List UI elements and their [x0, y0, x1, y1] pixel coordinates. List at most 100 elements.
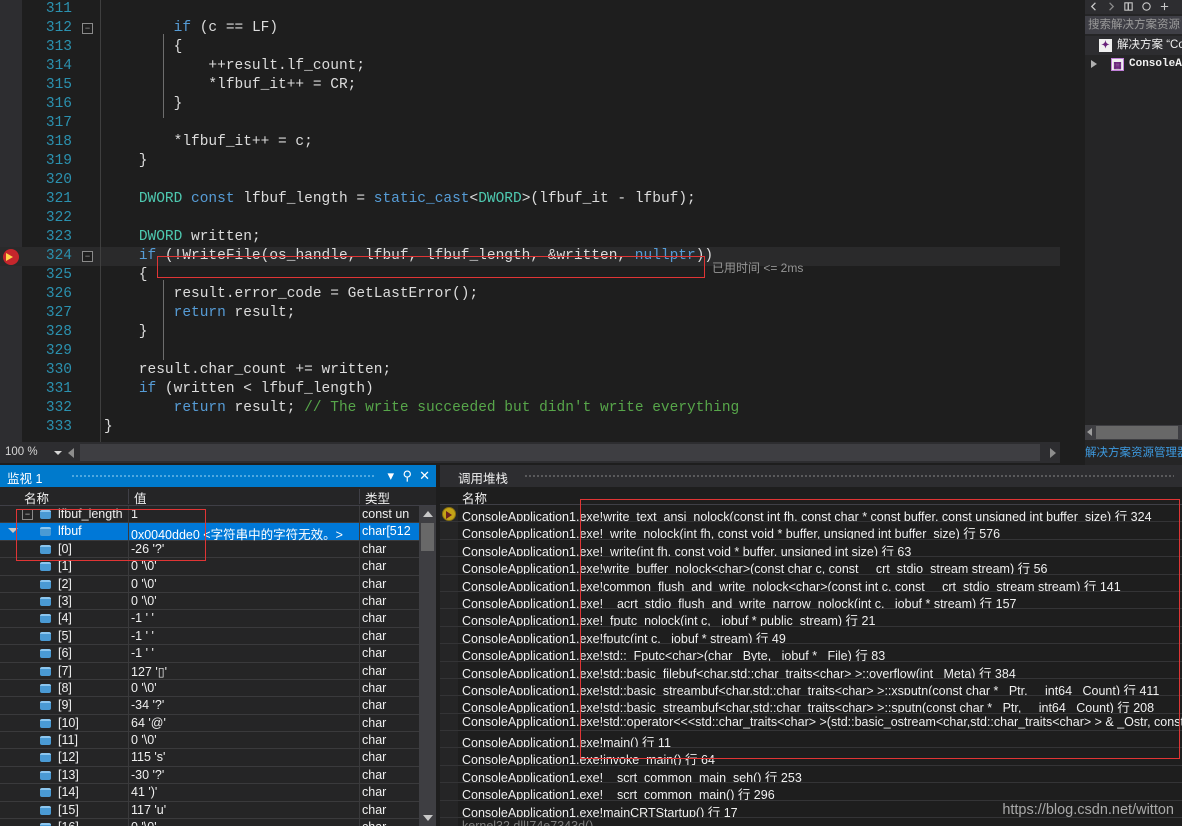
watch-row-value[interactable]: -1 ' ' — [131, 646, 154, 660]
tab-solution-explorer[interactable]: 解决方案资源管理器 — [1085, 443, 1182, 463]
watch-row[interactable]: [11] 0 '\0' char — [0, 732, 419, 750]
call-stack-row[interactable]: ConsoleApplication1.exe!write_buffer_nol… — [440, 557, 1182, 575]
watch-row-value[interactable]: 0 '\0' — [131, 681, 157, 695]
call-stack-row[interactable]: kernel32.dll!74e7343d() — [440, 818, 1182, 826]
scroll-left-icon[interactable] — [1087, 428, 1092, 436]
call-stack-row[interactable]: ConsoleApplication1.exe!std::operator<<<… — [440, 713, 1182, 732]
watch-row-value[interactable]: -1 ' ' — [131, 611, 154, 625]
code-line[interactable]: 317 — [0, 114, 1060, 133]
call-stack-row[interactable]: ConsoleApplication1.exe!main() 行 11 — [440, 731, 1182, 749]
scrollbar-thumb[interactable] — [421, 523, 434, 551]
properties-icon[interactable] — [1159, 1, 1170, 12]
watch-row-value[interactable]: 64 '@' — [131, 716, 166, 730]
watch-row[interactable]: [12] 115 's' char — [0, 749, 419, 767]
watch-column-name[interactable]: 名称 — [24, 488, 49, 507]
code-line[interactable]: 331 if (written < lfbuf_length) — [0, 380, 1060, 399]
code-line[interactable]: 329 — [0, 342, 1060, 361]
code-line[interactable]: 333} — [0, 418, 1060, 437]
call-stack-row[interactable]: ConsoleApplication1.exe!__acrt_stdio_flu… — [440, 591, 1182, 610]
scroll-down-icon[interactable] — [423, 815, 433, 821]
scroll-right-icon[interactable] — [1050, 448, 1056, 458]
code-line[interactable]: 312− if (c == LF) — [0, 19, 1060, 38]
zoom-level-combobox[interactable]: 100 % — [2, 444, 64, 461]
call-stack-row[interactable]: ConsoleApplication1.exe!__scrt_common_ma… — [440, 783, 1182, 801]
watch-row[interactable]: [4] -1 ' ' char — [0, 610, 419, 628]
watch-row-value[interactable]: 115 's' — [131, 750, 165, 764]
outlining-collapse-icon[interactable]: − — [82, 251, 93, 262]
watch-row-value[interactable]: 41 ')' — [131, 785, 157, 799]
watch-row-value[interactable]: 0 '\0' — [131, 577, 157, 591]
code-line[interactable]: 328 } — [0, 323, 1060, 342]
scroll-up-icon[interactable] — [423, 511, 433, 517]
code-line[interactable]: 332 return result; // The write succeede… — [0, 399, 1060, 418]
expander-collapse-icon[interactable]: − — [22, 509, 33, 520]
watch-row-value[interactable]: 0 '\0' — [131, 733, 157, 747]
scrollbar-thumb[interactable] — [1096, 426, 1178, 439]
call-stack-row[interactable]: ConsoleApplication1.exe!std::_Fputc<char… — [440, 644, 1182, 662]
watch-row[interactable]: [6] -1 ' ' char — [0, 645, 419, 663]
watch-row[interactable]: [8] 0 '\0' char — [0, 679, 419, 698]
expander-expanded-icon[interactable] — [8, 528, 18, 534]
watch-row[interactable]: [15] 117 'u' char — [0, 801, 419, 820]
watch-row[interactable]: lfbuf 0x0040dde0 <字符串中的字符无效。> char[512 — [0, 523, 419, 542]
watch-row[interactable]: [1] 0 '\0' char — [0, 558, 419, 576]
call-stack-row[interactable]: ConsoleApplication1.exe!std::basic_fileb… — [440, 661, 1182, 679]
code-line[interactable]: 318 *lfbuf_it++ = c; — [0, 133, 1060, 152]
watch-row[interactable]: [16] 0 '\0' char — [0, 819, 419, 826]
watch-row[interactable]: [7] 127 '▯' char — [0, 662, 419, 680]
call-stack-row[interactable]: ConsoleApplication1.exe!fputc(int c, _io… — [440, 626, 1182, 645]
code-line[interactable]: 322 — [0, 209, 1060, 228]
call-stack-rows-container[interactable]: ConsoleApplication1.exe!write_text_ansi_… — [440, 505, 1182, 826]
code-line[interactable]: 325 { — [0, 266, 1060, 285]
back-arrow-icon[interactable] — [1089, 1, 1100, 12]
outlining-collapse-icon[interactable]: − — [82, 23, 93, 34]
watch-row-value[interactable]: -1 ' ' — [131, 629, 154, 643]
call-stack-row[interactable]: ConsoleApplication1.exe!invoke_main() 行 … — [440, 748, 1182, 766]
watch-row[interactable]: [9] -34 '?' char — [0, 697, 419, 715]
watch-row-value[interactable]: -34 '?' — [131, 698, 164, 712]
call-stack-row[interactable]: ConsoleApplication1.exe!common_flush_and… — [440, 574, 1182, 592]
call-stack-row[interactable]: ConsoleApplication1.exe!std::basic_strea… — [440, 696, 1182, 714]
watch-row[interactable]: [0] -26 '?' char — [0, 540, 419, 559]
watch-row[interactable]: [14] 41 ')' char — [0, 784, 419, 802]
call-stack-row[interactable]: ConsoleApplication1.exe!__scrt_common_ma… — [440, 765, 1182, 784]
code-line[interactable]: 330 result.char_count += written; — [0, 361, 1060, 380]
watch-row[interactable]: [10] 64 '@' char — [0, 714, 419, 733]
watch-row-value[interactable]: 1 — [131, 507, 138, 521]
solution-explorer-toolbar[interactable] — [1085, 0, 1182, 14]
call-stack-row[interactable]: ConsoleApplication1.exe!write_text_ansi_… — [440, 505, 1182, 523]
code-line[interactable]: 314 ++result.lf_count; — [0, 57, 1060, 76]
code-line[interactable]: 327 return result; — [0, 304, 1060, 323]
editor-horizontal-scrollbar[interactable] — [80, 444, 1040, 461]
watch-row[interactable]: [2] 0 '\0' char — [0, 575, 419, 593]
solution-node[interactable]: ✦ 解决方案 “Conso — [1085, 36, 1182, 55]
project-node[interactable]: ▦ ConsoleApp — [1085, 55, 1182, 74]
watch-row-value[interactable]: 0 '\0' — [131, 594, 157, 608]
watch-row[interactable]: [13] -30 '?' char — [0, 766, 419, 785]
forward-arrow-icon[interactable] — [1105, 1, 1116, 12]
code-line[interactable]: 316 } — [0, 95, 1060, 114]
code-editor[interactable]: 311 312− if (c == LF) 313 {314 ++result.lf… — [0, 0, 1060, 448]
code-line[interactable]: 324− if (!WriteFile(os_handle, lfbuf, lf… — [0, 247, 1060, 266]
watch-row-value[interactable]: 0 '\0' — [131, 820, 157, 826]
scroll-left-icon[interactable] — [68, 448, 74, 458]
refresh-icon[interactable] — [1141, 1, 1152, 12]
call-stack-row[interactable]: ConsoleApplication1.exe!_write(int fh, c… — [440, 539, 1182, 558]
watch-row[interactable]: [3] 0 '\0' char — [0, 592, 419, 611]
breakpoint-current-statement-icon[interactable] — [3, 249, 19, 265]
call-stack-row[interactable]: ConsoleApplication1.exe!_fputc_nolock(in… — [440, 609, 1182, 627]
watch-column-value[interactable]: 值 — [134, 488, 147, 507]
code-line[interactable]: 320 — [0, 171, 1060, 190]
watch-column-type[interactable]: 类型 — [365, 488, 390, 507]
code-line[interactable]: 313 { — [0, 38, 1060, 57]
watch-row[interactable]: [5] -1 ' ' char — [0, 627, 419, 646]
code-line[interactable]: 311 — [0, 0, 1060, 19]
code-line[interactable]: 315 *lfbuf_it++ = CR; — [0, 76, 1060, 95]
code-line[interactable]: 319 } — [0, 152, 1060, 171]
home-icon[interactable] — [1123, 1, 1134, 12]
watch-close-button[interactable]: ✕ — [419, 468, 430, 484]
watch-dropdown-button[interactable]: ▾ — [387, 468, 394, 484]
call-stack-row[interactable]: ConsoleApplication1.exe!_write_nolock(in… — [440, 522, 1182, 540]
watch-pin-button[interactable]: ⚲ — [402, 468, 412, 484]
chevron-right-icon[interactable] — [1091, 60, 1097, 68]
